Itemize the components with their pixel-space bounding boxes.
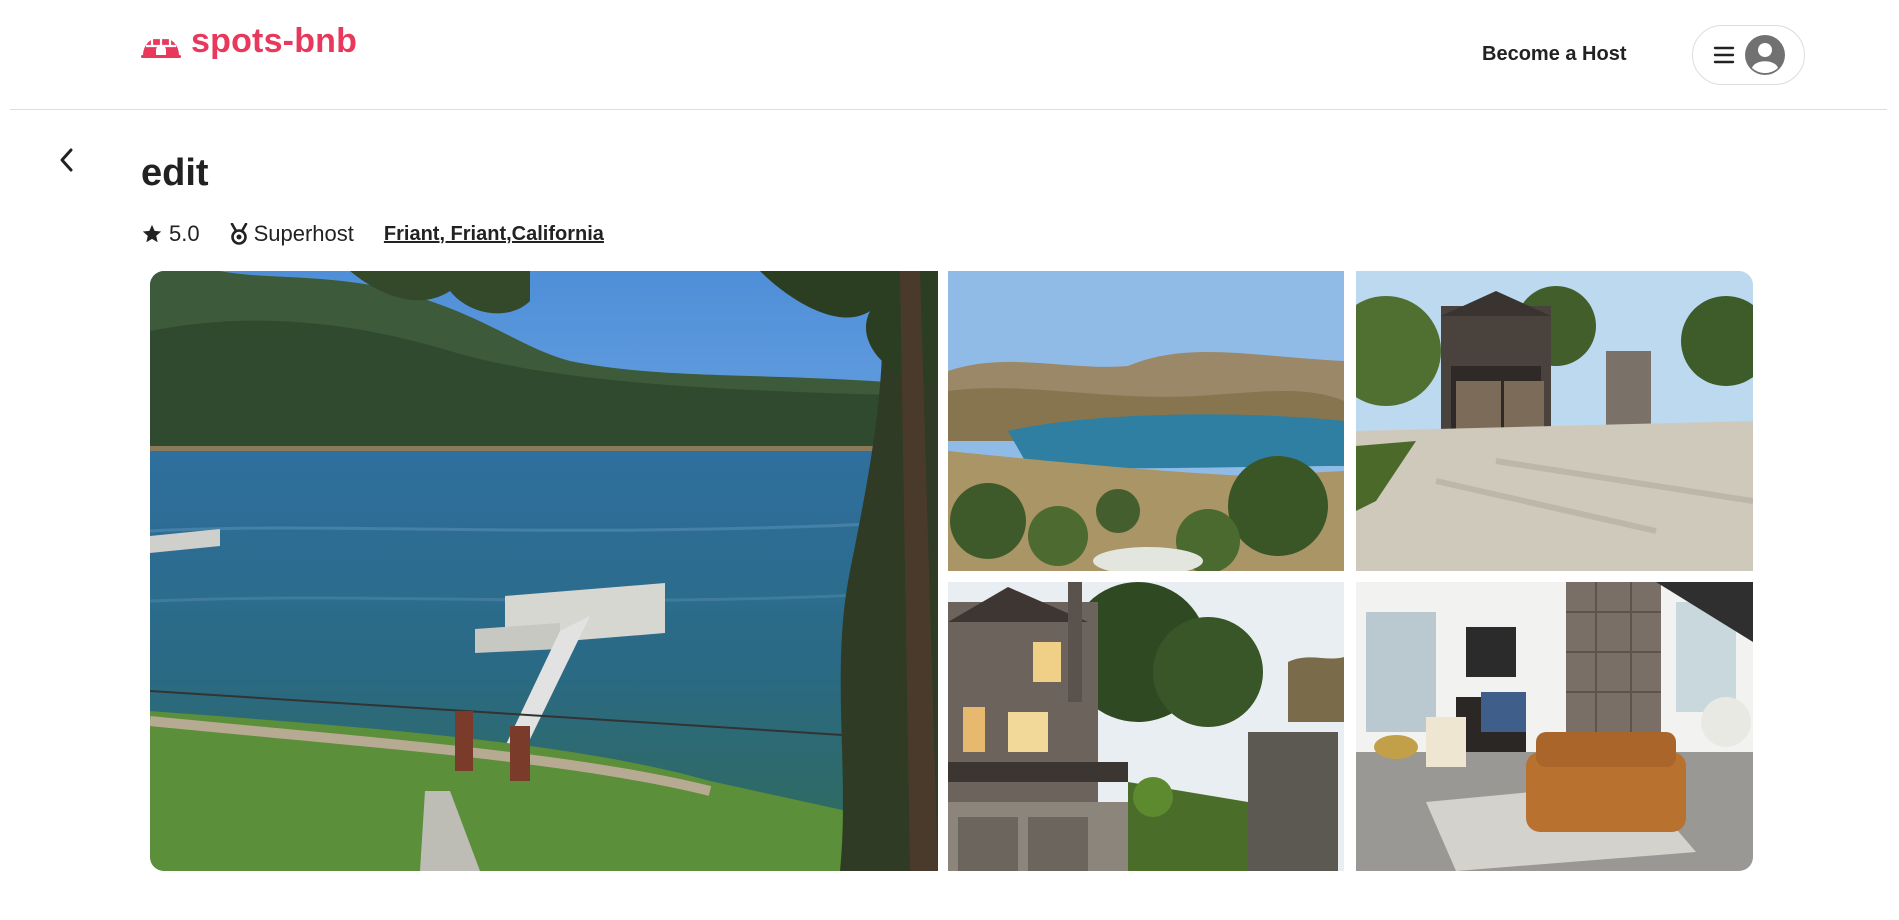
site-header: spots-bnb Become a Host: [10, 0, 1887, 110]
house-exterior-photo[interactable]: [948, 582, 1344, 871]
igloo-icon: [141, 29, 181, 58]
photo-gallery: [150, 271, 1753, 871]
living-room-photo[interactable]: [1356, 582, 1753, 871]
superhost-badge: Superhost: [253, 221, 354, 246]
brand-logo[interactable]: spots-bnb: [141, 22, 357, 61]
listing-title: edit: [141, 152, 209, 194]
back-button[interactable]: [55, 146, 79, 174]
become-host-link[interactable]: Become a Host: [1482, 43, 1627, 66]
hamburger-menu-icon: [1713, 46, 1735, 64]
medal-icon: [230, 223, 247, 245]
lake-dock-photo[interactable]: [150, 271, 938, 871]
star-icon: [142, 224, 162, 243]
rating-value: 5.0: [169, 221, 200, 246]
lake-hills-photo[interactable]: [948, 271, 1344, 571]
listing-meta: 5.0 Superhost Friant, Friant,California: [141, 219, 604, 249]
house-driveway-photo[interactable]: [1356, 271, 1753, 571]
location-link[interactable]: Friant, Friant,California: [384, 223, 604, 246]
user-avatar-icon: [1745, 35, 1785, 75]
brand-name: spots-bnb: [191, 22, 358, 60]
chevron-left-icon: [60, 148, 73, 172]
user-menu-button[interactable]: [1692, 25, 1805, 85]
